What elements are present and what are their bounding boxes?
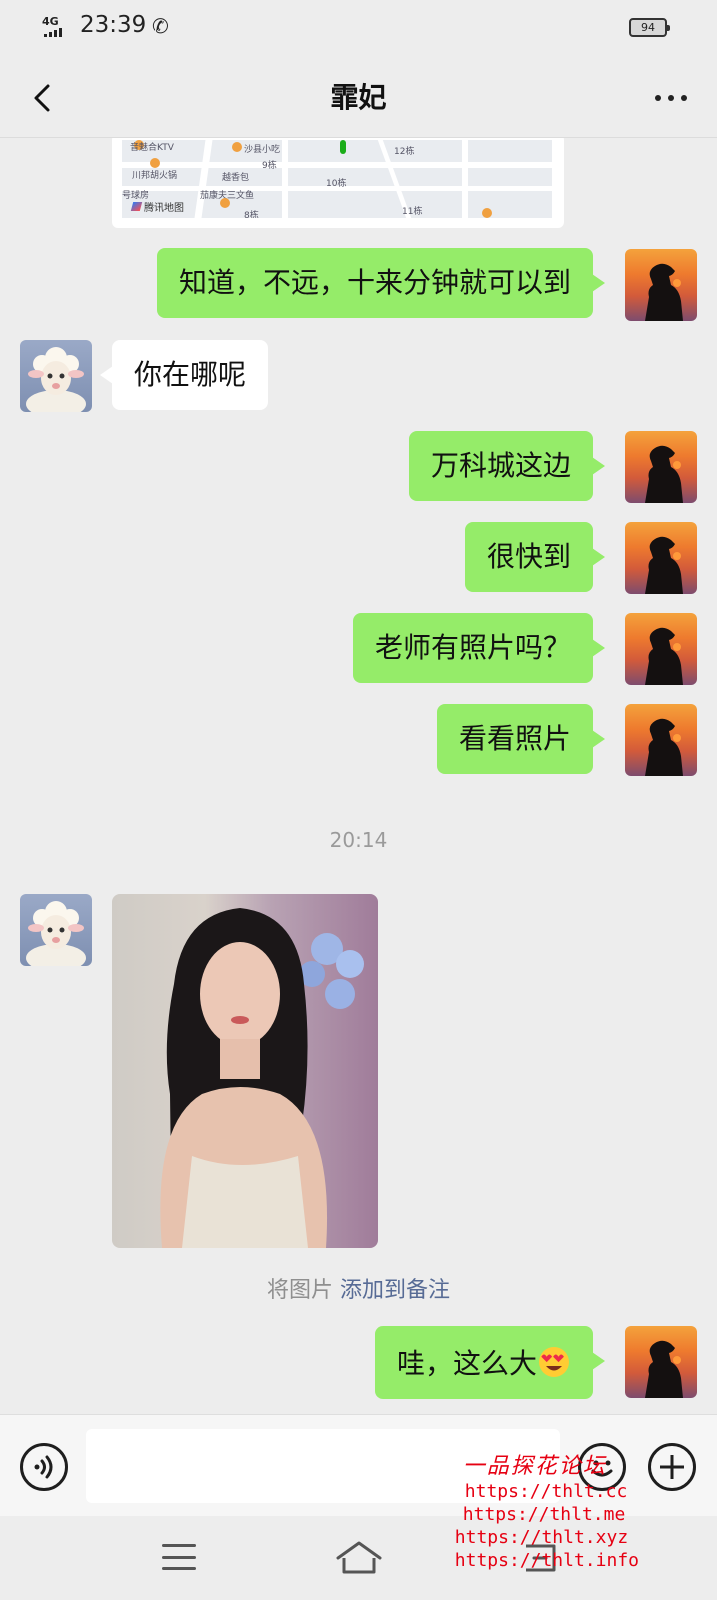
message-bubble-received[interactable]: 你在哪呢 — [99, 340, 269, 410]
message-bubble-sent[interactable]: 知道，不远，十来分钟就可以到 — [156, 248, 606, 318]
map-label: 川邦胡火锅 — [132, 171, 178, 181]
hint-text: 将图片 — [266, 1278, 333, 1303]
map-label: 音魅合KTV — [130, 143, 174, 153]
recent-apps-button[interactable] — [162, 1544, 196, 1570]
chat-title: 霏妃 — [330, 81, 387, 114]
voice-input-button[interactable] — [20, 1443, 68, 1491]
map-label: 11栋 — [402, 207, 423, 217]
message-bubble-sent[interactable]: 万科城这边 — [408, 431, 606, 501]
message-bubble-sent[interactable]: 看看照片 — [436, 704, 606, 774]
map-label: 8栋 — [244, 211, 259, 218]
location-message-card[interactable]: 音魅合KTV 沙县小吃 川邦胡火锅 越香包 号球房 茄康夫三文鱼 12栋 9栋 … — [112, 138, 564, 228]
map-label: 12栋 — [394, 147, 415, 157]
message-bubble-sent[interactable]: 哇，这么大 — [374, 1326, 606, 1399]
message-timestamp: 20:14 — [329, 828, 388, 852]
signal-icon — [44, 28, 62, 37]
call-icon: ✆ — [152, 14, 169, 38]
message-bubble-sent[interactable]: 很快到 — [464, 522, 606, 592]
my-avatar[interactable] — [625, 522, 697, 594]
status-bar: 4G 23:39 ✆ 94 — [0, 0, 717, 56]
image-message[interactable] — [112, 894, 378, 1248]
my-avatar[interactable] — [625, 613, 697, 685]
home-icon[interactable] — [334, 1538, 384, 1578]
add-to-remark-link[interactable]: 添加到备注 — [340, 1278, 450, 1303]
watermark-url: https://thlt.xyz — [454, 1527, 629, 1548]
my-avatar[interactable] — [625, 704, 697, 776]
voice-icon — [34, 1455, 53, 1479]
watermark-url: https://thlt.info — [454, 1550, 639, 1571]
map-label: 10栋 — [326, 179, 347, 189]
heart-eyes-emoji-icon — [539, 1347, 569, 1377]
contact-avatar[interactable] — [20, 894, 92, 966]
more-button[interactable] — [651, 86, 691, 110]
message-list[interactable]: 音魅合KTV 沙县小吃 川邦胡火锅 越香包 号球房 茄康夫三文鱼 12栋 9栋 … — [0, 138, 717, 1414]
watermark-overlay: 一品探花论坛 https://thlt.cc https://thlt.me h… — [455, 1448, 639, 1572]
map-preview: 音魅合KTV 沙县小吃 川邦胡火锅 越香包 号球房 茄康夫三文鱼 12栋 9栋 … — [122, 140, 552, 218]
battery-icon: 94 — [629, 18, 670, 37]
chat-header: 霏妃 — [0, 56, 717, 138]
watermark-title: 一品探花论坛 — [462, 1454, 607, 1479]
watermark-url: https://thlt.cc — [464, 1481, 628, 1502]
my-avatar[interactable] — [625, 431, 697, 503]
status-time: 23:39 — [80, 12, 147, 38]
message-text: 哇，这么大 — [396, 1347, 537, 1380]
watermark-url: https://thlt.me — [462, 1504, 626, 1525]
map-provider-logo: 腾讯地图 — [130, 199, 184, 214]
my-avatar[interactable] — [625, 1326, 697, 1398]
add-to-remark-hint: 将图片 添加到备注 — [0, 1272, 717, 1304]
message-bubble-sent[interactable]: 老师有照片吗？ — [352, 613, 606, 683]
contact-avatar[interactable] — [20, 340, 92, 412]
more-functions-button[interactable] — [648, 1443, 696, 1491]
network-indicator: 4G — [42, 15, 59, 28]
my-avatar[interactable] — [625, 249, 697, 321]
map-label: 越香包 — [222, 173, 250, 183]
map-pin-icon — [340, 140, 346, 154]
more-icon — [655, 95, 661, 101]
map-label: 沙县小吃 — [244, 145, 281, 155]
map-label: 9栋 — [262, 161, 277, 171]
